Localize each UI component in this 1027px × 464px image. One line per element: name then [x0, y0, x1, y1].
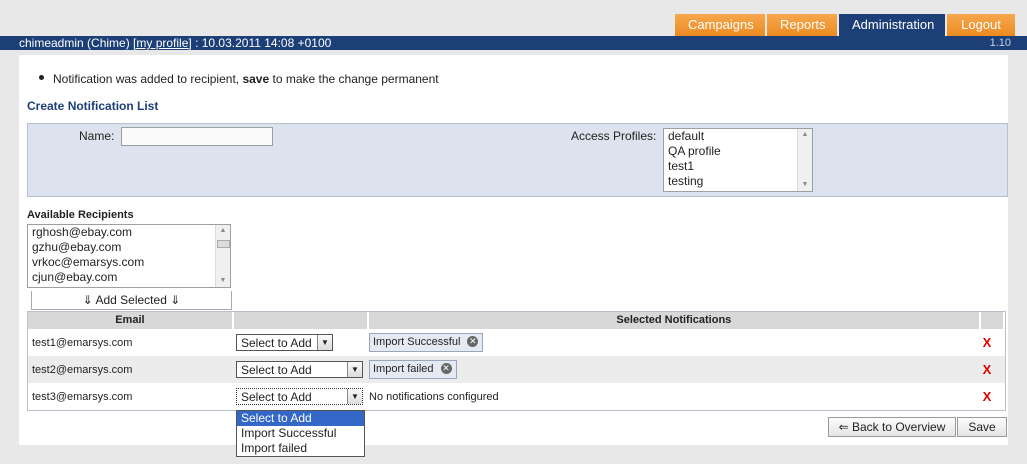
- scroll-up-icon[interactable]: ▲: [216, 225, 230, 237]
- page-title: Create Notification List: [27, 99, 159, 113]
- remove-icon[interactable]: ✕: [440, 363, 452, 374]
- select-value: Select to Add: [241, 363, 312, 377]
- available-recipients-title: Available Recipients: [27, 209, 134, 221]
- tab-campaigns[interactable]: Campaigns: [675, 14, 765, 36]
- recipient-option[interactable]: cjun@ebay.com: [28, 270, 230, 285]
- row-notifications: Import failed ✕: [365, 360, 976, 379]
- header-email: Email: [28, 312, 234, 329]
- dropdown-option[interactable]: Select to Add: [237, 411, 364, 426]
- delete-row-button[interactable]: X: [976, 362, 998, 377]
- scroll-thumb[interactable]: [217, 240, 230, 248]
- access-profiles-list[interactable]: default QA profile test1 testing ▲ ▼: [663, 128, 813, 192]
- notification-select[interactable]: Select to Add ▼: [236, 388, 363, 405]
- row-notifications: Import Successful ✕: [365, 333, 976, 352]
- main-panel: Notification was added to recipient, sav…: [19, 55, 1008, 445]
- scroll-up-icon[interactable]: ▲: [798, 129, 812, 141]
- header-select: [234, 312, 369, 329]
- recipients-table: Email Selected Notifications test1@emars…: [27, 311, 1006, 411]
- my-profile-link[interactable]: [my profile]: [133, 36, 192, 50]
- chevron-down-icon[interactable]: ▼: [317, 335, 332, 350]
- notification-select[interactable]: Select to Add ▼: [236, 334, 333, 351]
- chevron-down-icon[interactable]: ▼: [347, 389, 362, 404]
- row-email: test2@emarsys.com: [32, 363, 133, 376]
- recipient-option[interactable]: vrkoc@emarsys.com: [28, 255, 230, 270]
- header-selected-notifications: Selected Notifications: [369, 312, 982, 329]
- notice-suffix: to make the change permanent: [269, 72, 439, 86]
- user-info: chimeadmin (Chime) [my profile] : 10.03.…: [19, 36, 331, 50]
- row-email: test1@emarsys.com: [32, 336, 133, 349]
- bullet-icon: [39, 75, 44, 80]
- notification-form: Name: Access Profiles: default QA profil…: [27, 123, 1008, 197]
- access-profile-option[interactable]: default: [664, 129, 812, 144]
- row-email: test3@emarsys.com: [32, 390, 133, 403]
- tab-reports[interactable]: Reports: [767, 14, 837, 36]
- scroll-down-icon[interactable]: ▼: [798, 179, 812, 191]
- tab-logout[interactable]: Logout: [947, 14, 1015, 36]
- scroll-down-icon[interactable]: ▼: [216, 275, 230, 287]
- notification-chip: Import Successful ✕: [369, 333, 484, 352]
- notification-select[interactable]: Select to Add ▼: [236, 361, 363, 378]
- app-version: 1.10: [989, 37, 1011, 49]
- dropdown-option[interactable]: Import Successful: [237, 426, 364, 441]
- delete-row-button[interactable]: X: [976, 389, 998, 404]
- login-datetime: : 10.03.2011 14:08 +0100: [195, 36, 332, 50]
- dropdown-option[interactable]: Import failed: [237, 441, 364, 456]
- recipient-option[interactable]: gzhu@ebay.com: [28, 240, 230, 255]
- select-value: Select to Add: [241, 336, 312, 350]
- access-profile-option[interactable]: QA profile: [664, 144, 812, 159]
- notification-dropdown-menu: Select to Add Import Successful Import f…: [236, 410, 365, 457]
- add-selected-button[interactable]: ⇓ Add Selected ⇓: [31, 291, 232, 310]
- select-value: Select to Add: [241, 390, 312, 404]
- access-profile-option[interactable]: test1: [664, 159, 812, 174]
- row-notifications: No notifications configured: [365, 391, 976, 403]
- chip-label: Import failed: [373, 363, 434, 375]
- chip-label: Import Successful: [373, 336, 461, 348]
- user-bar: chimeadmin (Chime) [my profile] : 10.03.…: [0, 36, 1027, 50]
- table-row: test1@emarsys.com Select to Add ▼ Import…: [28, 329, 1005, 356]
- access-profiles-label: Access Profiles:: [571, 129, 657, 143]
- row-select-cell: Select to Add ▼: [232, 356, 365, 383]
- row-select-cell: Select to Add ▼: [232, 329, 365, 356]
- access-profile-option[interactable]: testing: [664, 174, 812, 189]
- back-to-overview-button[interactable]: ⇐ Back to Overview: [828, 417, 956, 437]
- no-notifications-text: No notifications configured: [369, 390, 499, 403]
- status-notice: Notification was added to recipient, sav…: [39, 72, 439, 86]
- available-recipients-list[interactable]: rghosh@ebay.com gzhu@ebay.com vrkoc@emar…: [27, 224, 231, 288]
- tab-administration[interactable]: Administration: [839, 14, 945, 36]
- access-profiles-scrollbar[interactable]: ▲ ▼: [797, 129, 812, 191]
- main-nav: Campaigns Reports Administration Logout: [675, 14, 1015, 36]
- notice-prefix: Notification was added to recipient,: [53, 72, 243, 86]
- delete-row-button[interactable]: X: [976, 335, 998, 350]
- remove-icon[interactable]: ✕: [467, 336, 479, 347]
- notice-bold: save: [242, 72, 270, 86]
- row-select-cell: Select to Add ▼: [232, 383, 365, 410]
- chevron-down-icon[interactable]: ▼: [347, 362, 362, 377]
- username: chimeadmin (Chime): [19, 36, 130, 50]
- name-label: Name:: [79, 129, 115, 143]
- name-input[interactable]: [121, 127, 273, 146]
- table-header: Email Selected Notifications: [28, 312, 1006, 329]
- recipients-scrollbar[interactable]: ▲ ▼: [215, 225, 230, 287]
- header-delete: [981, 312, 1006, 329]
- save-button[interactable]: Save: [957, 417, 1007, 437]
- notification-chip: Import failed ✕: [369, 360, 457, 379]
- table-row: test3@emarsys.com Select to Add ▼ No not…: [28, 383, 1005, 410]
- recipient-option[interactable]: rghosh@ebay.com: [28, 225, 230, 240]
- table-row: test2@emarsys.com Select to Add ▼ Import…: [28, 356, 1005, 383]
